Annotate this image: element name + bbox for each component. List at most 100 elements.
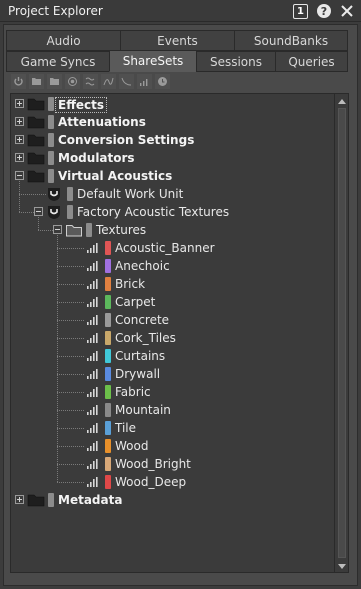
toolbar-curve-button[interactable] (100, 73, 117, 90)
color-swatch (105, 277, 111, 291)
tab-queries-label: Queries (288, 54, 335, 69)
folder-icon (27, 492, 45, 508)
tree-item[interactable]: Virtual Acoustics (11, 167, 331, 185)
color-swatch (48, 493, 54, 507)
work-unit-icon (46, 204, 64, 220)
collapse-icon[interactable] (34, 207, 43, 216)
expand-icon[interactable] (15, 153, 24, 162)
color-swatch (105, 439, 111, 453)
tree-connector-line (57, 356, 84, 357)
color-swatch (48, 169, 54, 183)
tree-item[interactable]: Attenuations (11, 113, 331, 131)
texture-bars-icon (84, 330, 102, 346)
tab-events-label: Events (157, 33, 198, 48)
tree-item-label: Effects (55, 97, 108, 113)
collapse-icon[interactable] (15, 171, 24, 180)
tree-item[interactable]: Effects (11, 95, 331, 113)
tab-sharesets-label: ShareSets (122, 54, 184, 68)
color-swatch (86, 223, 92, 237)
tab-queries[interactable]: Queries (275, 51, 348, 72)
tree-item[interactable]: Factory Acoustic Textures (11, 203, 331, 221)
expand-icon[interactable] (15, 117, 24, 126)
tree-item-label: Tile (115, 421, 137, 435)
clock-icon (157, 76, 168, 87)
pane-number-icon[interactable]: 1 (293, 4, 308, 19)
toolbar-folder-button[interactable] (28, 73, 45, 90)
tree-item-label: Acoustic_Banner (115, 241, 215, 255)
project-tree[interactable]: Effects Attenuations Conversion Settings Mo… (10, 93, 335, 573)
tree-item[interactable]: Conversion Settings (11, 131, 331, 149)
color-swatch (48, 115, 54, 129)
tree-connector-line (57, 320, 84, 321)
color-swatch (105, 313, 111, 327)
scrollbar-thumb[interactable] (338, 108, 346, 558)
color-swatch (105, 421, 111, 435)
folder-icon (27, 150, 45, 166)
expand-icon[interactable] (15, 495, 24, 504)
texture-bars-icon (84, 420, 102, 436)
close-icon[interactable] (339, 3, 355, 19)
tab-soundbanks[interactable]: SoundBanks (234, 30, 348, 51)
color-swatch (105, 259, 111, 273)
texture-bars-icon (84, 438, 102, 454)
collapse-icon[interactable] (53, 225, 62, 234)
expand-icon[interactable] (15, 135, 24, 144)
toolbar-folder-open-button[interactable] (46, 73, 63, 90)
folder-icon (31, 76, 42, 87)
tab-events[interactable]: Events (120, 30, 235, 51)
toolbar-conversion-button[interactable] (82, 73, 99, 90)
toolbar-clock-button[interactable] (154, 73, 171, 90)
target-icon (67, 76, 78, 87)
tree-item-label: Curtains (115, 349, 166, 363)
color-swatch (105, 295, 111, 309)
tree-item[interactable]: Textures (11, 221, 331, 239)
tree-item-label: Brick (115, 277, 146, 291)
color-swatch (67, 205, 73, 219)
scroll-down-icon[interactable] (337, 561, 347, 571)
vertical-scrollbar[interactable] (335, 93, 349, 573)
texture-bars-icon (84, 384, 102, 400)
toolbar-texture-bars-button[interactable] (136, 73, 153, 90)
work-unit-icon (46, 186, 64, 202)
texture-bars-icon (84, 456, 102, 472)
tree-item[interactable]: Default Work Unit (11, 185, 331, 203)
tree-item-label: Wood_Bright (115, 457, 191, 471)
folder-icon (27, 114, 45, 130)
toolbar-power-button[interactable] (10, 73, 27, 90)
tab-soundbanks-label: SoundBanks (253, 33, 329, 48)
toolbar-attenuation-button[interactable] (118, 73, 135, 90)
tree-connector-line (38, 230, 53, 231)
help-icon[interactable]: ? (316, 3, 332, 19)
svg-text:?: ? (321, 5, 327, 18)
tree-connector-line (57, 374, 84, 375)
tree-connector-line (57, 302, 84, 303)
tree-item[interactable]: Metadata (11, 491, 331, 509)
tree-connector-line (57, 410, 84, 411)
tab-game-syncs[interactable]: Game Syncs (6, 51, 110, 72)
tree-item-label: Cork_Tiles (115, 331, 176, 345)
tab-audio-label: Audio (46, 33, 81, 48)
tab-sharesets[interactable]: ShareSets (109, 50, 197, 72)
scroll-up-icon[interactable] (337, 97, 347, 107)
tab-sessions[interactable]: Sessions (196, 51, 276, 72)
window-title: Project Explorer (8, 4, 103, 18)
expand-icon[interactable] (15, 99, 24, 108)
texture-bars-icon (84, 258, 102, 274)
tab-audio[interactable]: Audio (6, 30, 121, 51)
tree-connector-line (19, 194, 46, 195)
tree-item-label: Concrete (115, 313, 170, 327)
tree-item-label: Virtual Acoustics (58, 169, 173, 183)
tree-item-label: Conversion Settings (58, 133, 195, 147)
tree-connector-line (57, 266, 84, 267)
tree-connector-line (19, 212, 34, 213)
color-swatch (67, 187, 73, 201)
curve-icon (103, 76, 114, 87)
color-swatch (105, 241, 111, 255)
tree-connector-line (19, 181, 20, 212)
toolbar-target-button[interactable] (64, 73, 81, 90)
tree-connector-line (57, 248, 84, 249)
tree-item-label: Metadata (58, 493, 123, 507)
color-swatch (48, 151, 54, 165)
tree-connector-line (57, 428, 84, 429)
tree-item[interactable]: Modulators (11, 149, 331, 167)
